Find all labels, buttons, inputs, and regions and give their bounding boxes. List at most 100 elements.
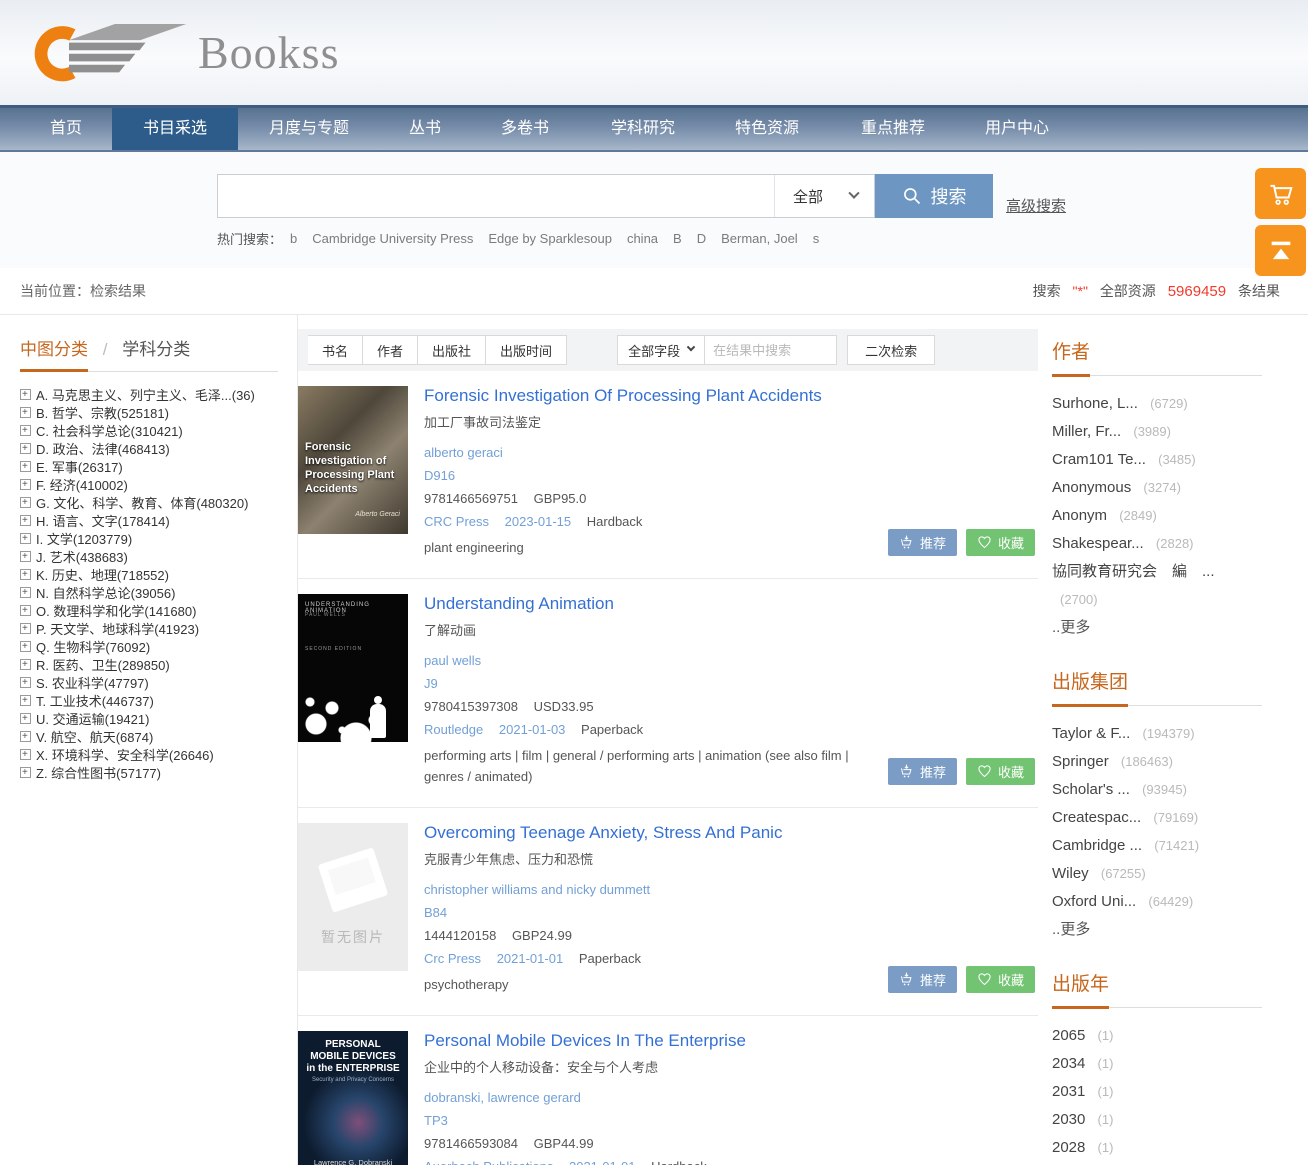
book-title-link[interactable]: Understanding Animation — [424, 594, 894, 614]
favorite-button[interactable]: 收藏 — [966, 758, 1035, 785]
site-logo[interactable]: Bookss — [0, 0, 370, 90]
expand-icon[interactable] — [20, 695, 31, 706]
book-pubdate-link[interactable]: 2021-01-03 — [499, 722, 566, 737]
facet-link[interactable]: 2028 — [1052, 1139, 1085, 1156]
expand-icon[interactable] — [20, 713, 31, 724]
facet-link[interactable]: Cambridge ... — [1052, 837, 1142, 854]
expand-icon[interactable] — [20, 461, 31, 472]
category-link[interactable]: G. 文化、科学、教育、体育480320 — [36, 493, 248, 512]
book-clc-link[interactable]: TP3 — [424, 1113, 894, 1128]
facet-link[interactable]: Cram101 Te... — [1052, 451, 1146, 468]
expand-icon[interactable] — [20, 533, 31, 544]
facet-link[interactable]: Surhone, L... — [1052, 395, 1138, 412]
category-link[interactable]: Q. 生物科学76092 — [36, 637, 150, 656]
expand-icon[interactable] — [20, 749, 31, 760]
expand-icon[interactable] — [20, 731, 31, 742]
hot-search-term[interactable]: Berman, Joel — [721, 231, 798, 246]
facet-link[interactable]: Shakespear... — [1052, 535, 1144, 552]
category-link[interactable]: U. 交通运输19421 — [36, 709, 149, 728]
more-authors-link[interactable]: ..更多 — [1052, 616, 1090, 637]
book-author-link[interactable]: christopher williams and nicky dummett — [424, 882, 894, 897]
facet-link[interactable]: 2030 — [1052, 1111, 1085, 1128]
expand-icon[interactable] — [20, 407, 31, 418]
category-link[interactable]: N. 自然科学总论39056 — [36, 583, 175, 602]
book-cover-placeholder[interactable]: 暂无图片 — [298, 823, 408, 971]
category-link[interactable]: S. 农业科学47797 — [36, 673, 149, 692]
nav-featured-resources[interactable]: 特色资源 — [706, 108, 828, 150]
search-scope-select[interactable]: 全部 — [774, 175, 874, 217]
tab-subject-classification[interactable]: 学科分类 — [122, 335, 190, 369]
category-link[interactable]: J. 艺术438683 — [36, 547, 128, 566]
book-cover[interactable]: ForensicInvestigation ofProcessing Plant… — [298, 386, 408, 534]
category-link[interactable]: C. 社会科学总论310421 — [36, 421, 183, 440]
book-pubdate-link[interactable]: 2021-01-01 — [497, 951, 564, 966]
expand-icon[interactable] — [20, 389, 31, 400]
book-title-link[interactable]: Forensic Investigation Of Processing Pla… — [424, 386, 894, 406]
category-link[interactable]: K. 历史、地理718552 — [36, 565, 169, 584]
advanced-search-link[interactable]: 高级搜索 — [1006, 195, 1066, 216]
nav-subject-research[interactable]: 学科研究 — [580, 108, 706, 150]
book-clc-link[interactable]: D916 — [424, 468, 894, 483]
favorite-button[interactable]: 收藏 — [966, 966, 1035, 993]
book-author-link[interactable]: alberto geraci — [424, 445, 894, 460]
secondary-search-button[interactable]: 二次检索 — [847, 335, 935, 365]
sort-button[interactable]: 作者 — [363, 335, 418, 365]
category-link[interactable]: H. 语言、文字178414 — [36, 511, 170, 530]
facet-link[interactable]: Taylor & F... — [1052, 725, 1130, 742]
expand-icon[interactable] — [20, 497, 31, 508]
book-publisher-link[interactable]: Crc Press — [424, 951, 481, 966]
recommend-button[interactable]: 推荐 — [888, 966, 957, 993]
category-link[interactable]: I. 文学1203779 — [36, 529, 132, 548]
nav-home[interactable]: 首页 — [20, 108, 112, 150]
category-link[interactable]: O. 数理科学和化学141680 — [36, 601, 196, 620]
facet-link[interactable]: 2065 — [1052, 1027, 1085, 1044]
recommend-button[interactable]: 推荐 — [888, 529, 957, 556]
hot-search-term[interactable]: Cambridge University Press — [312, 231, 473, 246]
category-link[interactable]: V. 航空、航天6874 — [36, 727, 153, 746]
book-clc-link[interactable]: B84 — [424, 905, 894, 920]
category-link[interactable]: R. 医药、卫生289850 — [36, 655, 170, 674]
back-to-top-button[interactable] — [1255, 225, 1306, 276]
facet-link[interactable]: 2031 — [1052, 1083, 1085, 1100]
search-button[interactable]: 搜索 — [875, 174, 993, 218]
sort-button[interactable]: 出版社 — [418, 335, 486, 365]
expand-icon[interactable] — [20, 425, 31, 436]
hot-search-term[interactable]: b — [290, 231, 297, 246]
book-title-link[interactable]: Personal Mobile Devices In The Enterpris… — [424, 1031, 894, 1051]
category-link[interactable]: Z. 综合性图书57177 — [36, 763, 161, 782]
facet-link[interactable]: Oxford Uni... — [1052, 893, 1136, 910]
hot-search-term[interactable]: D — [697, 231, 706, 246]
nav-book-selection[interactable]: 书目采选 — [112, 108, 238, 150]
book-author-link[interactable]: paul wells — [424, 653, 894, 668]
nav-user-center[interactable]: 用户中心 — [958, 108, 1076, 150]
hot-search-term[interactable]: china — [627, 231, 658, 246]
category-link[interactable]: T. 工业技术446737 — [36, 691, 154, 710]
book-cover[interactable]: PERSONALMOBILE DEVICESin the ENTERPRISE … — [298, 1031, 408, 1165]
facet-link[interactable]: 2034 — [1052, 1055, 1085, 1072]
book-publisher-link[interactable]: Auerbach Publications — [424, 1159, 553, 1165]
book-author-link[interactable]: dobranski, lawrence gerard — [424, 1090, 894, 1105]
more-publishers-link[interactable]: ..更多 — [1052, 918, 1090, 939]
book-cover[interactable]: Understanding Animation Paul Wells Secon… — [298, 594, 408, 742]
hot-search-term[interactable]: B — [673, 231, 682, 246]
expand-icon[interactable] — [20, 677, 31, 688]
expand-icon[interactable] — [20, 515, 31, 526]
category-link[interactable]: F. 经济410002 — [36, 475, 128, 494]
expand-icon[interactable] — [20, 569, 31, 580]
category-link[interactable]: B. 哲学、宗教525181 — [36, 403, 169, 422]
refine-search-input[interactable] — [705, 335, 837, 365]
facet-link[interactable]: Wiley — [1052, 865, 1089, 882]
facet-link[interactable]: Anonym — [1052, 507, 1107, 524]
search-input[interactable] — [218, 175, 774, 217]
nav-series[interactable]: 丛书 — [380, 108, 470, 150]
book-title-link[interactable]: Overcoming Teenage Anxiety, Stress And P… — [424, 823, 894, 843]
field-scope-select[interactable]: 全部字段 — [617, 335, 705, 365]
expand-icon[interactable] — [20, 767, 31, 778]
facet-link[interactable]: Scholar's ... — [1052, 781, 1130, 798]
facet-link[interactable]: 協同教育研究会 編 ... — [1052, 563, 1215, 580]
book-pubdate-link[interactable]: 2021-01-01 — [569, 1159, 636, 1165]
facet-link[interactable]: Anonymous — [1052, 479, 1131, 496]
book-pubdate-link[interactable]: 2023-01-15 — [505, 514, 572, 529]
cart-button[interactable] — [1255, 168, 1306, 219]
book-publisher-link[interactable]: CRC Press — [424, 514, 489, 529]
